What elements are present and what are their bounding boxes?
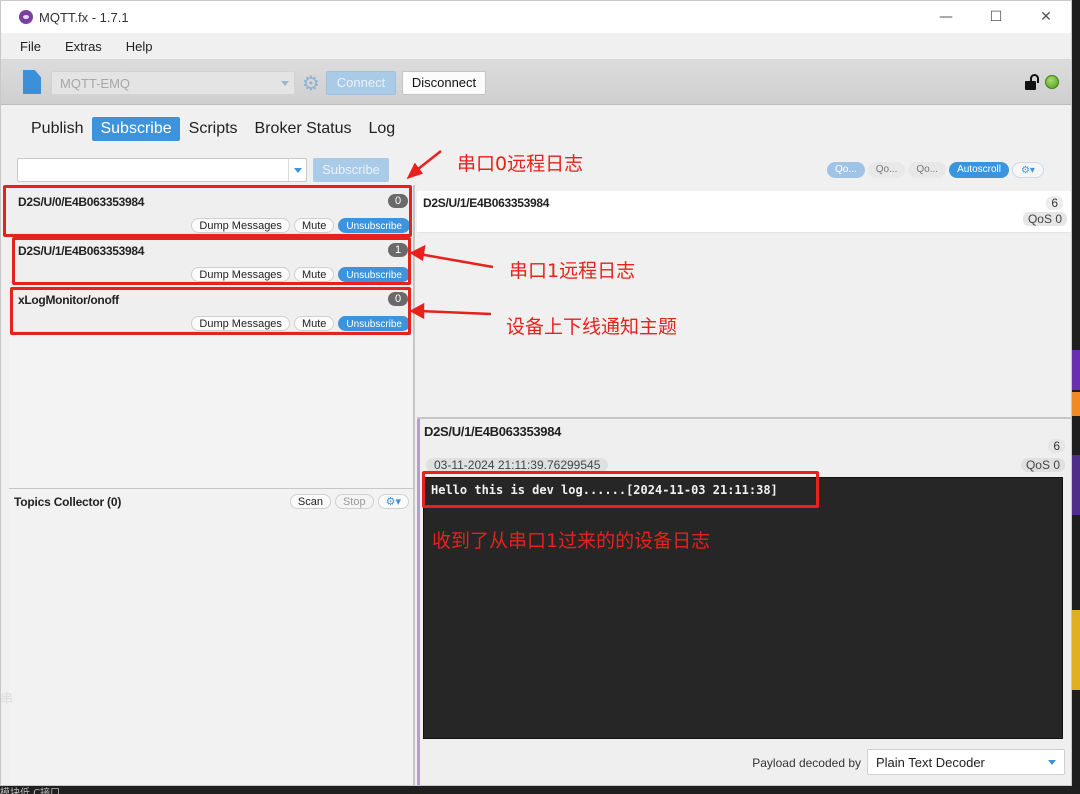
unlock-icon (1025, 74, 1039, 90)
window-title: MQTT.fx - 1.7.1 (39, 9, 129, 25)
vertical-splitter[interactable] (413, 185, 415, 785)
autoscroll-button[interactable]: Autoscroll (949, 162, 1009, 178)
minimize-button[interactable]: — (921, 1, 971, 33)
detail-qos-badge: QoS 0 (1020, 458, 1065, 472)
desktop-background-right (1072, 0, 1080, 794)
detail-topic: D2S/U/1/E4B063353984 (424, 424, 562, 439)
message-topic: D2S/U/1/E4B063353984 (423, 196, 550, 210)
chevron-down-icon[interactable] (288, 159, 306, 181)
subscribe-button[interactable]: Subscribe (313, 158, 389, 182)
tab-subscribe[interactable]: Subscribe (92, 117, 180, 141)
desktop-tile (1072, 610, 1080, 690)
arrow-line (412, 150, 442, 174)
menu-extras[interactable]: Extras (62, 39, 105, 54)
topics-collector-title: Topics Collector (0) (14, 495, 122, 509)
annotation-box-serial0 (3, 185, 412, 237)
desktop-background-bottom: 模块低 C接口 (0, 786, 1080, 794)
collector-gear-icon[interactable]: ⚙▾ (377, 494, 409, 509)
menu-help[interactable]: Help (123, 39, 156, 54)
disconnect-button[interactable]: Disconnect (402, 71, 486, 95)
main-tabs: Publish Subscribe Scripts Broker Status … (23, 116, 404, 142)
connection-profile-value: MQTT-EMQ (60, 76, 131, 91)
topics-collector-panel: Topics Collector (0) Scan Stop ⚙▾ (9, 489, 413, 785)
connection-status-icon (1045, 75, 1059, 89)
annotation-box-payload (422, 471, 819, 508)
chevron-down-icon (281, 81, 289, 86)
chevron-down-icon (1048, 760, 1056, 765)
annotation-serial0: 串口0远程日志 (457, 153, 584, 175)
window-controls: — ☐ ✕ (921, 1, 1071, 33)
decoder-label: Payload decoded by (752, 756, 861, 770)
qos0-button[interactable]: Qo... (827, 162, 865, 178)
menu-file[interactable]: File (17, 39, 44, 54)
connection-toolbar: MQTT-EMQ ⚙ Connect Disconnect (1, 59, 1071, 105)
edit-profile-file-icon[interactable] (23, 70, 41, 94)
message-number: 6 (1046, 196, 1063, 210)
settings-gear-icon[interactable]: ⚙▾ (1011, 162, 1044, 178)
detail-message-number: 6 (1048, 439, 1065, 453)
tab-scripts[interactable]: Scripts (181, 117, 246, 141)
desktop-tile (1072, 455, 1080, 515)
desktop-tile (1072, 392, 1080, 416)
tab-publish[interactable]: Publish (23, 117, 91, 141)
tab-log[interactable]: Log (360, 117, 403, 141)
app-icon (19, 10, 33, 24)
qos-toolbar: Qo... Qo... Qo... Autoscroll ⚙▾ (827, 162, 1047, 178)
gear-icon[interactable]: ⚙ (300, 72, 322, 94)
payload-decoder-select[interactable]: Plain Text Decoder (867, 749, 1065, 775)
maximize-button[interactable]: ☐ (971, 1, 1021, 33)
decoder-value: Plain Text Decoder (876, 755, 985, 770)
tab-broker-status[interactable]: Broker Status (247, 117, 360, 141)
stop-button[interactable]: Stop (334, 494, 374, 509)
mqttfx-window: MQTT.fx - 1.7.1 — ☐ ✕ File Extras Help M… (0, 0, 1072, 786)
connect-button[interactable]: Connect (326, 71, 396, 95)
message-qos-badge: QoS 0 (1022, 212, 1067, 226)
menu-bar: File Extras Help (1, 33, 1071, 59)
scan-button[interactable]: Scan (289, 494, 331, 509)
arrow-head (406, 162, 424, 180)
qos1-button[interactable]: Qo... (867, 162, 906, 178)
title-bar: MQTT.fx - 1.7.1 — ☐ ✕ (1, 1, 1071, 33)
annotation-serial1: 串口1远程日志 (509, 260, 636, 282)
annotation-box-serial1 (12, 237, 411, 285)
annotation-box-device-topic (10, 287, 411, 335)
subscribe-topic-input[interactable] (17, 158, 307, 182)
payload-viewer[interactable]: Hello this is dev log......[2024-11-03 2… (423, 477, 1063, 739)
message-list-item[interactable]: D2S/U/1/E4B063353984 6 QoS 0 (417, 191, 1071, 233)
annotation-received-log: 收到了从串口1过来的的设备日志 (432, 530, 711, 552)
annotation-device-topic: 设备上下线通知主题 (506, 316, 678, 338)
close-button[interactable]: ✕ (1021, 1, 1071, 33)
qos2-button[interactable]: Qo... (908, 162, 947, 178)
connection-profile-select[interactable]: MQTT-EMQ (51, 71, 295, 95)
desktop-edge-text: 串 (0, 692, 14, 707)
detail-timestamp: 03-11-2024 21:11:39.76299545 (426, 458, 609, 472)
desktop-tile (1072, 350, 1080, 390)
